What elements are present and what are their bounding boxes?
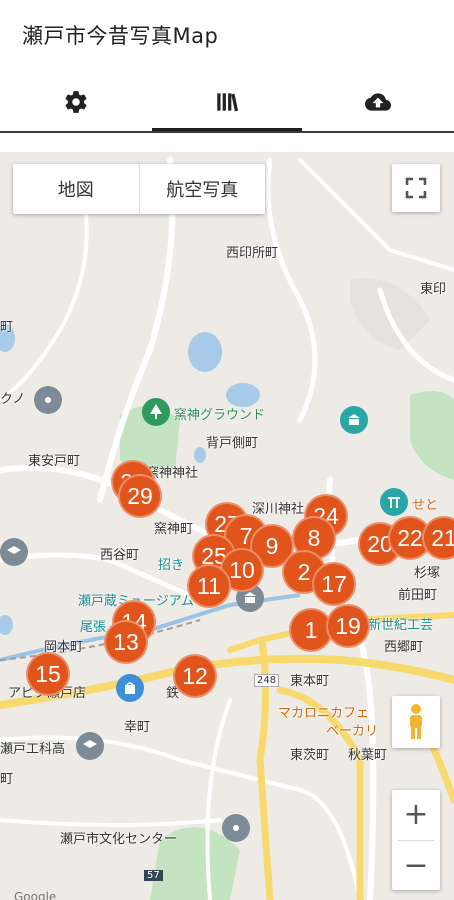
place-label: 杉塚 [414,566,441,581]
photo-marker[interactable]: 11 [187,564,231,608]
place-label: 西谷町 [100,548,140,563]
shrine-icon [380,488,408,516]
route-shield: 248 [254,674,280,687]
place-label: 幸町 [124,720,151,735]
pin-icon [34,386,62,414]
map-type-satellite-button[interactable]: 航空写真 [140,164,266,214]
place-label: 町 [0,772,14,787]
library-icon [217,93,239,112]
place-label: 東茨町 [290,748,330,763]
place-label: マカロニカフェ [278,706,370,721]
place-pin-icon [222,814,250,842]
street-view-button[interactable] [392,696,440,748]
place-label: 東本町 [290,674,330,689]
place-label: クノ [0,392,26,407]
place-label: ベーカリ [326,724,379,739]
place-label: 東印 [420,282,447,297]
photo-marker[interactable]: 29 [118,474,162,518]
tabs-divider [0,131,454,133]
government-icon [340,406,368,434]
fullscreen-button[interactable] [392,164,440,212]
photo-marker[interactable]: 19 [326,604,370,648]
place-label: 東安戸町 [28,454,81,469]
place-label: 瀬戸市文化センター [60,832,178,847]
park-icon [142,398,170,426]
map-type-control: 地図 航空写真 [13,164,265,214]
tab-bar [0,72,454,132]
map-type-map-button[interactable]: 地図 [13,164,139,214]
zoom-out-button[interactable]: − [392,841,440,891]
place-label: 招き [158,558,185,573]
place-label: 西印所町 [226,246,279,261]
place-label: 町 [0,320,14,335]
zoom-control: + − [392,790,440,890]
place-label: 尾張 [80,620,107,635]
photo-marker[interactable]: 12 [173,654,217,698]
gear-icon [65,91,87,113]
place-label: 前田町 [398,588,438,603]
tab-library[interactable] [151,72,302,132]
app-title: 瀬戸市今昔写真Map [22,24,219,48]
tab-settings[interactable] [0,72,151,132]
school-icon [0,538,28,566]
photo-marker[interactable]: 13 [104,620,148,664]
place-label: 窯神グラウンド [174,408,266,423]
place-label: せと [412,498,439,513]
photo-marker[interactable]: 17 [312,562,356,606]
place-label: 新世紀工芸 [368,618,434,633]
place-label: 背戸側町 [206,436,259,451]
place-label: 秋葉町 [348,748,388,763]
pegman-icon [410,704,422,739]
zoom-in-button[interactable]: + [392,790,440,840]
place-label: 瀬戸工科高 [0,742,66,757]
place-label: 窯神町 [154,522,194,537]
shopping-icon [116,674,144,702]
school-icon [76,732,104,760]
cloud-upload-icon [365,93,392,111]
place-label: 深川神社 [252,502,305,517]
tab-upload[interactable] [303,72,454,132]
route-shield: 57 [144,870,163,881]
google-logo: Google [14,890,57,900]
fullscreen-icon [405,177,427,199]
app-bar: 瀬戸市今昔写真Map [0,0,454,70]
photo-marker[interactable]: 15 [26,652,70,696]
place-label: 西郷町 [384,640,424,655]
